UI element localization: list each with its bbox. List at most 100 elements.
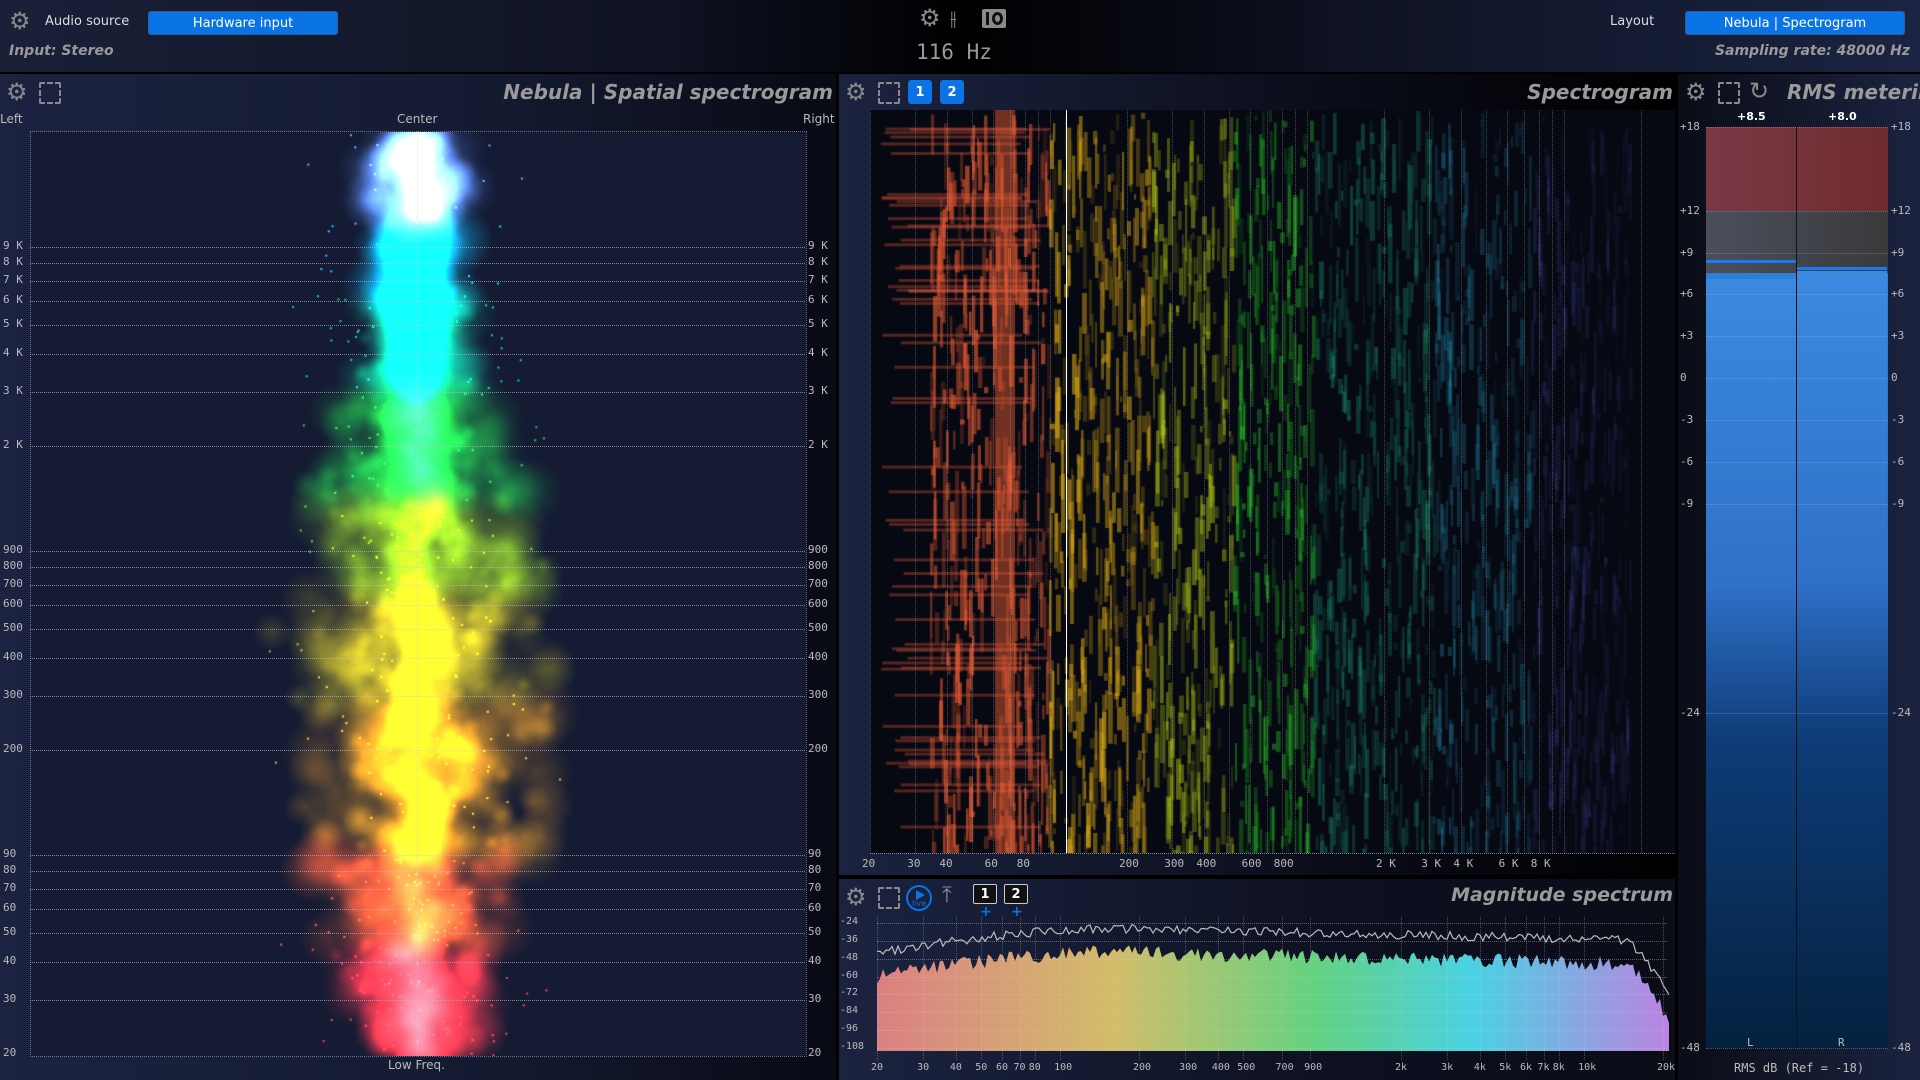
rms-settings-icon[interactable]: ⚙ (1685, 80, 1707, 104)
magnitude-freq-gridline (1243, 917, 1245, 1060)
spatial-fullscreen-icon[interactable] (39, 82, 61, 104)
meter-db-tick-left: +6 (1680, 287, 1694, 301)
magnitude-db-tick: -96 (840, 1023, 859, 1035)
freq-tick-right: 20 (808, 1046, 822, 1059)
magnitude-freq-gridline (1505, 917, 1507, 1060)
spectrogram-freq-tick: 4 K (1453, 857, 1474, 870)
spectrogram-gridline (972, 110, 974, 853)
meter-db-tick-right: -9 (1891, 496, 1905, 510)
spectrogram-gridline (1563, 110, 1565, 853)
freq-tick-left: 6 K (3, 292, 23, 306)
spectrogram-freq-tick: 400 (1196, 857, 1217, 870)
spectrogram-plot[interactable] (870, 110, 1675, 853)
global-settings-icon[interactable]: ⚙ (919, 6, 941, 30)
spectrogram-gridline (1506, 110, 1508, 853)
magnitude-freq-gridline (1034, 917, 1036, 1060)
magnitude-freq-tick: 300 (1179, 1062, 1198, 1073)
freq-tick-left: 90 (3, 847, 17, 861)
meter-db-tick-left: -6 (1680, 454, 1694, 468)
audio-source-button[interactable]: Hardware input (148, 11, 338, 35)
meter-db-tick-right: -6 (1891, 454, 1905, 468)
spectrogram-freq-tick: 600 (1241, 857, 1262, 870)
layout-label: Layout (1610, 14, 1655, 29)
spectrogram-freq-tick: 200 (1119, 857, 1139, 870)
meter-peak-marker-L (1706, 259, 1796, 263)
magnitude-db-gridline (877, 1012, 1667, 1014)
spectrogram-gridline (1249, 110, 1251, 853)
magnitude-freq-gridline (923, 917, 925, 1060)
magnitude-freq-gridline (981, 917, 983, 1060)
meter-db-tick-left: -48 (1680, 1040, 1700, 1054)
meter-gridline (1706, 294, 1888, 296)
magnitude-freq-tick: 5k (1499, 1062, 1512, 1073)
left-label: Left (0, 112, 23, 126)
spectrogram-gridline (1486, 110, 1488, 853)
freq-tick-right: 6 K (808, 292, 828, 306)
audio-source-label: Audio source (45, 14, 130, 29)
freq-tick-left: 5 K (3, 317, 23, 331)
spectrogram-freq-tick: 30 (907, 857, 921, 870)
reset-refresh-icon[interactable]: ↻ (1749, 79, 1769, 103)
frequency-cursor-line (1066, 110, 1068, 853)
magnitude-freq-tick: 400 (1211, 1062, 1230, 1073)
settings-gear-icon[interactable]: ⚙ (9, 9, 31, 33)
magnitude-db-gridline (877, 1048, 1667, 1049)
magnitude-freq-tick: 200 (1133, 1062, 1152, 1073)
freq-tick-right: 200 (808, 742, 828, 755)
freq-tick-left: 20 (3, 1046, 17, 1059)
magnitude-db-gridline (877, 923, 1667, 924)
magnitude-freq-tick: 500 (1237, 1062, 1256, 1073)
magnitude-spectrum-plot[interactable] (839, 879, 1675, 1080)
freq-tick-right: 9 K (808, 239, 828, 253)
magnitude-freq-tick: 8k (1552, 1062, 1565, 1073)
spectrogram-settings-icon[interactable]: ⚙ (845, 80, 867, 104)
meter-gridline (1706, 378, 1888, 380)
io-icon[interactable] (982, 9, 1006, 28)
magnitude-freq-gridline (1281, 917, 1283, 1060)
spatial-spectrogram-plot[interactable] (30, 131, 807, 1057)
spectrogram-gridline (1306, 110, 1308, 853)
freq-tick-right: 7 K (808, 272, 828, 286)
spectrogram-gridline (1523, 110, 1525, 853)
meter-gridline (1706, 336, 1888, 338)
channel-2-button[interactable]: 2 (940, 80, 964, 104)
center-label: Center (397, 112, 438, 126)
magnitude-freq-tick: 7k (1537, 1062, 1550, 1073)
layout-select-button[interactable]: Nebula | Spectrogram (1685, 11, 1905, 35)
meter-db-tick-left: +3 (1680, 329, 1694, 343)
freq-tick-right: 8 K (808, 254, 828, 268)
rms-fullscreen-icon[interactable] (1718, 82, 1740, 104)
spectrogram-freq-tick: 80 (1016, 857, 1030, 870)
meter-db-tick-left: -24 (1680, 705, 1700, 719)
meter-gridline (1706, 252, 1888, 254)
spectrogram-gridline (1127, 110, 1128, 853)
spectrogram-baseline (870, 853, 1675, 854)
meter-db-tick-right: 0 (1891, 371, 1898, 385)
spectrogram-gridline (1229, 110, 1231, 853)
frequency-readout: 116 Hz (916, 40, 992, 64)
mixer-sliders-icon[interactable]: ⫲ (950, 6, 956, 30)
spectrogram-gridline (947, 110, 949, 853)
spectrogram-fullscreen-icon[interactable] (878, 82, 900, 104)
magnitude-freq-gridline (1526, 917, 1527, 1060)
freq-tick-right: 4 K (808, 346, 828, 360)
spectrogram-gridline (915, 110, 917, 853)
low-freq-label: Low Freq. (388, 1058, 445, 1072)
meter-level-bar-R (1797, 270, 1887, 1048)
freq-tick-left: 300 (3, 688, 23, 702)
spectrogram-gridline (1266, 110, 1268, 853)
freq-tick-left: 60 (3, 900, 17, 914)
spatial-settings-icon[interactable]: ⚙ (6, 80, 28, 104)
meter-db-tick-left: +9 (1680, 245, 1694, 259)
magnitude-freq-tick: 70 (1013, 1062, 1026, 1073)
magnitude-db-gridline (877, 976, 1667, 978)
meter-db-tick-left: +12 (1680, 203, 1700, 217)
magnitude-freq-gridline (1447, 917, 1449, 1060)
freq-tick-right: 30 (808, 992, 822, 1006)
magnitude-freq-gridline (1002, 917, 1003, 1060)
meter-db-tick-left: +18 (1680, 120, 1700, 133)
channel-1-button[interactable]: 1 (908, 80, 932, 104)
spectrogram-freq-tick: 40 (939, 857, 953, 870)
magnitude-freq-tick: 4k (1473, 1062, 1486, 1073)
freq-tick-left: 30 (3, 992, 17, 1006)
